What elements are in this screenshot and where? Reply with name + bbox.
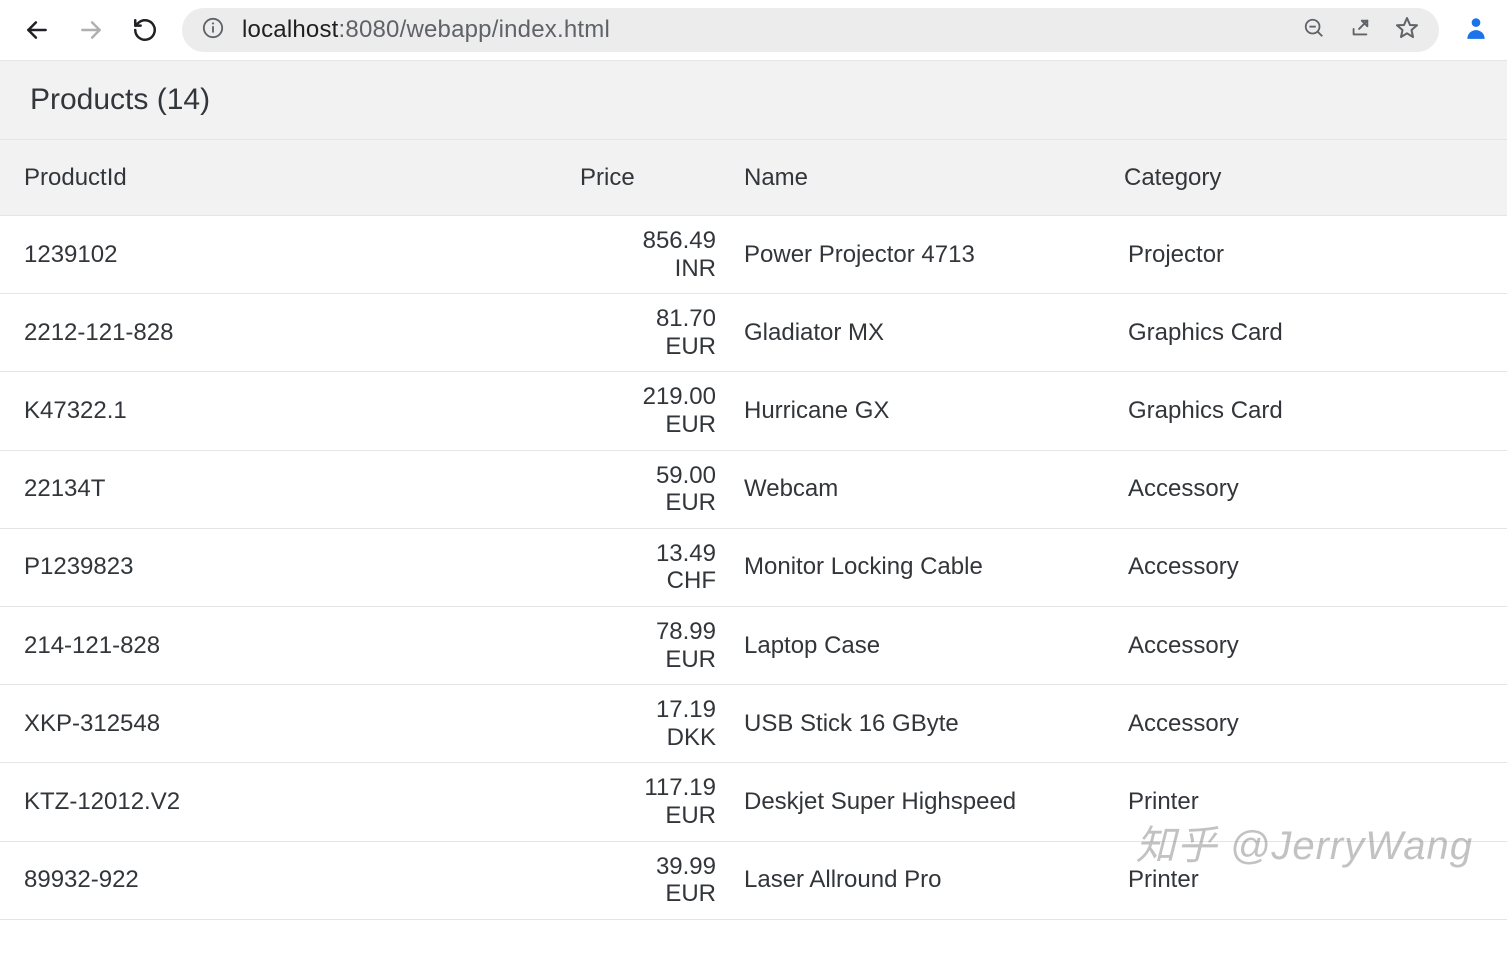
cell-productid: XKP-312548 <box>24 710 564 738</box>
cell-price: 59.00 EUR <box>564 462 724 517</box>
cell-price: 117.19 EUR <box>564 774 724 829</box>
share-icon[interactable] <box>1349 17 1371 44</box>
table-row[interactable]: 22134T59.00 EURWebcamAccessory <box>0 451 1507 529</box>
cell-name: Power Projector 4713 <box>724 241 1124 269</box>
cell-productid: 1239102 <box>24 241 564 269</box>
cell-category: Accessory <box>1124 632 1483 660</box>
col-header-price[interactable]: Price <box>564 164 724 192</box>
cell-category: Graphics Card <box>1124 397 1483 425</box>
url-path: /webapp/index.html <box>400 16 610 43</box>
reload-button[interactable] <box>132 17 158 43</box>
table-row[interactable]: P123982313.49 CHFMonitor Locking CableAc… <box>0 529 1507 607</box>
cell-productid: 22134T <box>24 475 564 503</box>
cell-productid: K47322.1 <box>24 397 564 425</box>
table-header-row: ProductId Price Name Category <box>0 140 1507 216</box>
cell-price: 856.49 INR <box>564 227 724 282</box>
zoom-out-icon[interactable] <box>1303 17 1325 44</box>
cell-name: Gladiator MX <box>724 319 1124 347</box>
table-row[interactable]: XKP-31254817.19 DKKUSB Stick 16 GByteAcc… <box>0 685 1507 763</box>
cell-category: Printer <box>1124 866 1483 894</box>
nav-button-group <box>14 17 158 43</box>
table-row[interactable]: KTZ-12012.V2117.19 EURDeskjet Super High… <box>0 763 1507 841</box>
back-button[interactable] <box>24 17 50 43</box>
cell-name: Webcam <box>724 475 1124 503</box>
table-row[interactable]: 1239102856.49 INRPower Projector 4713Pro… <box>0 216 1507 294</box>
cell-category: Printer <box>1124 788 1483 816</box>
table-row[interactable]: K47322.1219.00 EURHurricane GXGraphics C… <box>0 372 1507 450</box>
cell-productid: 89932-922 <box>24 866 564 894</box>
cell-name: Deskjet Super Highspeed <box>724 788 1124 816</box>
col-header-name[interactable]: Name <box>724 164 1124 192</box>
cell-category: Graphics Card <box>1124 319 1483 347</box>
site-info-icon[interactable] <box>202 17 224 44</box>
url-port: :8080 <box>339 16 400 43</box>
table-row[interactable]: 2212-121-82881.70 EURGladiator MXGraphic… <box>0 294 1507 372</box>
table-row[interactable]: 214-121-82878.99 EURLaptop CaseAccessory <box>0 607 1507 685</box>
cell-category: Accessory <box>1124 475 1483 503</box>
cell-price: 81.70 EUR <box>564 305 724 360</box>
profile-icon[interactable] <box>1463 13 1489 48</box>
cell-price: 78.99 EUR <box>564 618 724 673</box>
cell-name: Monitor Locking Cable <box>724 553 1124 581</box>
table-row[interactable]: 89932-92239.99 EURLaser Allround ProPrin… <box>0 842 1507 920</box>
cell-category: Accessory <box>1124 553 1483 581</box>
cell-price: 13.49 CHF <box>564 540 724 595</box>
cell-name: USB Stick 16 GByte <box>724 710 1124 738</box>
cell-productid: 214-121-828 <box>24 632 564 660</box>
cell-name: Laptop Case <box>724 632 1124 660</box>
browser-toolbar: localhost:8080/webapp/index.html <box>0 0 1507 60</box>
cell-category: Accessory <box>1124 710 1483 738</box>
col-header-category[interactable]: Category <box>1124 164 1483 192</box>
address-bar[interactable]: localhost:8080/webapp/index.html <box>182 8 1439 52</box>
bookmark-star-icon[interactable] <box>1395 16 1419 45</box>
forward-button[interactable] <box>78 17 104 43</box>
cell-productid: P1239823 <box>24 553 564 581</box>
page-header: Products (14) <box>0 60 1507 140</box>
page-title: Products (14) <box>30 83 1477 117</box>
cell-price: 17.19 DKK <box>564 696 724 751</box>
cell-productid: 2212-121-828 <box>24 319 564 347</box>
products-table: ProductId Price Name Category 1239102856… <box>0 140 1507 920</box>
table-body: 1239102856.49 INRPower Projector 4713Pro… <box>0 216 1507 920</box>
cell-price: 39.99 EUR <box>564 853 724 908</box>
cell-name: Laser Allround Pro <box>724 866 1124 894</box>
cell-name: Hurricane GX <box>724 397 1124 425</box>
url-host: localhost <box>242 16 339 43</box>
col-header-productid[interactable]: ProductId <box>24 164 564 192</box>
address-bar-actions <box>1303 16 1419 45</box>
cell-price: 219.00 EUR <box>564 383 724 438</box>
cell-category: Projector <box>1124 241 1483 269</box>
cell-productid: KTZ-12012.V2 <box>24 788 564 816</box>
url-text: localhost:8080/webapp/index.html <box>242 16 1285 44</box>
